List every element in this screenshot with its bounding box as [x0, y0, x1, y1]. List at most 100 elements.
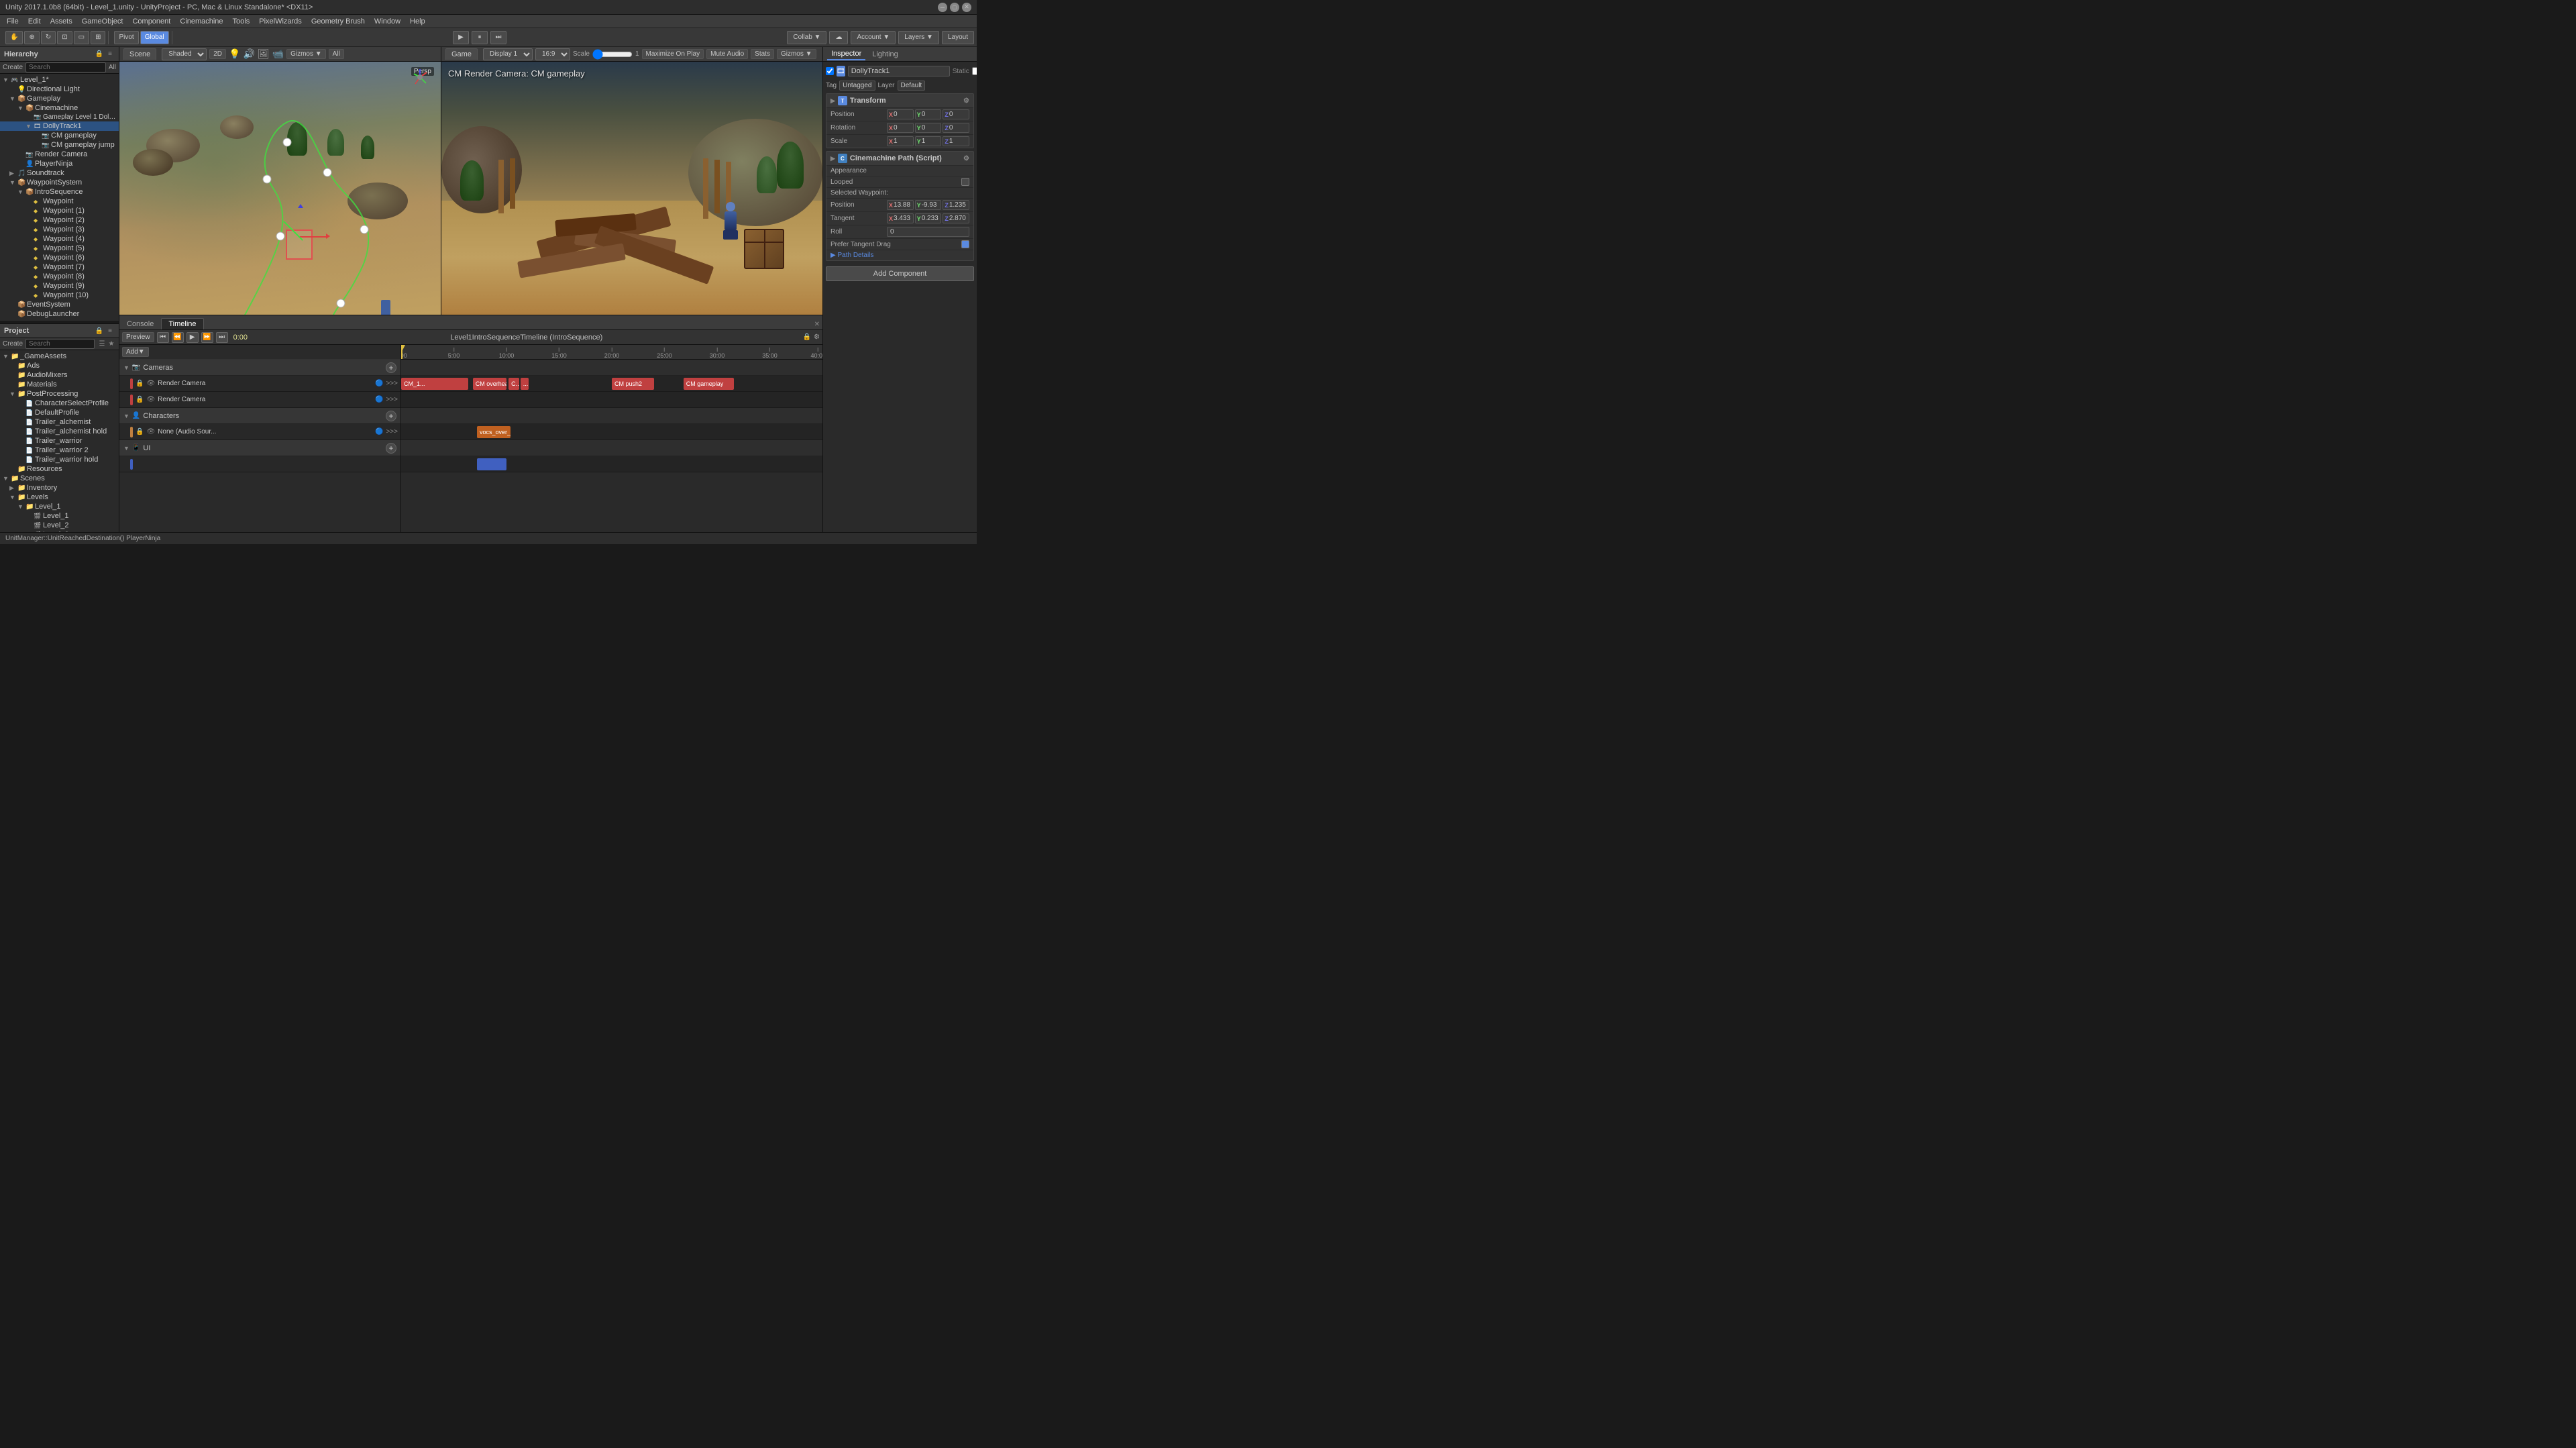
hierarchy-item-gameplay[interactable]: ▼ 📦 Gameplay [0, 94, 119, 103]
clip-cm-push2[interactable]: CM push2 [612, 378, 654, 390]
scale-y-field[interactable]: Y 1 [915, 136, 942, 146]
inspector-object-name[interactable] [848, 66, 950, 76]
track-lane-camera-1[interactable]: CM_1... CM overhead C... ... CM push2 CM… [401, 376, 822, 392]
menu-tools[interactable]: Tools [229, 17, 254, 26]
cloud-button[interactable]: ☁ [829, 31, 848, 44]
game-stats-btn[interactable]: Stats [751, 49, 774, 59]
game-gizmos-btn[interactable]: Gizmos ▼ [777, 49, 816, 59]
project-item-levels[interactable]: ▼ 📁 Levels [0, 493, 119, 502]
hierarchy-search[interactable] [25, 62, 106, 72]
pause-button[interactable]: ⏸ [472, 31, 488, 44]
step-button[interactable]: ⏭ [490, 31, 506, 44]
minimize-button[interactable]: ─ [938, 3, 947, 12]
clip-cm-overhead[interactable]: CM overhead [473, 378, 506, 390]
hierarchy-item-playerninja[interactable]: 👤 PlayerNinja [0, 159, 119, 168]
track-lane-camera-2[interactable] [401, 392, 822, 408]
path-details-row[interactable]: ▶ Path Details [826, 250, 973, 260]
hierarchy-item-debuglauncher[interactable]: 📦 DebugLauncher [0, 309, 119, 319]
prefer-tangent-checkbox[interactable] [961, 240, 969, 248]
project-lock[interactable]: 🔒 [95, 326, 104, 335]
hierarchy-item-waypoint-1[interactable]: ◆ Waypoint (1) [0, 206, 119, 215]
project-item-level1-folder[interactable]: ▼ 📁 Level_1 [0, 502, 119, 511]
scale-z-field[interactable]: Z 1 [943, 136, 969, 146]
timeline-camera-track-1[interactable]: 🔒 👁 Render Camera 🔵 >>> [119, 376, 400, 392]
game-mute-btn[interactable]: Mute Audio [706, 49, 748, 59]
hierarchy-item-waypoint-8[interactable]: ◆ Waypoint (8) [0, 272, 119, 281]
wp-tan-y[interactable]: Y 0.233 [915, 213, 942, 223]
hand-tool[interactable]: ✋ [5, 31, 23, 44]
hierarchy-item-waypoint-4[interactable]: ◆ Waypoint (4) [0, 234, 119, 244]
scene-all-btn[interactable]: All [329, 49, 344, 59]
project-item-default[interactable]: 📄 DefaultProfile [0, 408, 119, 417]
hierarchy-item-waypoint-system[interactable]: ▼ 📦 WaypointSystem [0, 178, 119, 187]
rotate-tool[interactable]: ↻ [41, 31, 56, 44]
project-item-postprocessing[interactable]: ▼ 📁 PostProcessing [0, 389, 119, 399]
hierarchy-item-cinemachine[interactable]: ▼ 📦 Cinemachine [0, 103, 119, 113]
hierarchy-item-gameplay-dolly[interactable]: 📷 Gameplay Level 1 Dolly RO [0, 113, 119, 121]
project-create-btn[interactable]: Create [3, 340, 23, 348]
hierarchy-item-dollytrack1[interactable]: ▼ 🎞 DollyTrack1 [0, 121, 119, 131]
timeline-scrubber[interactable] [401, 345, 402, 359]
game-display-select[interactable]: Display 1 [483, 48, 533, 60]
hierarchy-create-btn[interactable]: Create [3, 64, 23, 71]
rotation-z-field[interactable]: Z 0 [943, 123, 969, 133]
track-lane-ui[interactable] [401, 456, 822, 472]
timeline-prev-btn[interactable]: ⏪ [172, 332, 184, 343]
console-tab[interactable]: Console [119, 318, 161, 329]
clip-cm-gameplay[interactable]: CM gameplay [684, 378, 734, 390]
project-item-materials[interactable]: 📁 Materials [0, 380, 119, 389]
transform-menu[interactable]: ⚙ [963, 97, 969, 105]
game-aspect-select[interactable]: 16:9 [535, 48, 570, 60]
rotation-y-field[interactable]: Y 0 [915, 123, 942, 133]
menu-pixelwizards[interactable]: PixelWizards [255, 17, 306, 26]
project-item-level1-scene1[interactable]: 🎬 Level_1 [0, 511, 119, 521]
hierarchy-item-soundtrack[interactable]: ▶ 🎵 Soundtrack [0, 168, 119, 178]
timeline-end-btn[interactable]: ⏭ [216, 332, 228, 343]
wp-pos-x[interactable]: X 13.88 [887, 200, 914, 210]
close-button[interactable]: ✕ [962, 3, 971, 12]
scene-gizmos-btn[interactable]: Gizmos ▼ [286, 49, 326, 59]
inspector-tag-value[interactable]: Untagged [839, 81, 875, 91]
hierarchy-item-eventsystem[interactable]: 📦 EventSystem [0, 300, 119, 309]
wp-pos-y[interactable]: Y -9.93 [915, 200, 942, 210]
characters-add-btn[interactable]: + [386, 411, 396, 421]
hierarchy-item-cm-gameplay[interactable]: 📷 CM gameplay [0, 131, 119, 140]
hierarchy-item-waypoint-6[interactable]: ◆ Waypoint (6) [0, 253, 119, 262]
scale-tool[interactable]: ⊡ [57, 31, 72, 44]
looped-checkbox[interactable] [961, 178, 969, 186]
rect-tool[interactable]: ▭ [74, 31, 89, 44]
inspector-active-checkbox[interactable] [826, 67, 834, 75]
transform-tool[interactable]: ⊞ [91, 31, 105, 44]
inspector-tab[interactable]: Inspector [827, 48, 865, 60]
hierarchy-lock[interactable]: 🔒 [95, 50, 104, 59]
play-button[interactable]: ▶ [453, 31, 469, 44]
timeline-next-btn[interactable]: ⏩ [201, 332, 213, 343]
timeline-camera-track-2[interactable]: 🔒 👁 Render Camera 🔵 >>> [119, 392, 400, 408]
project-item-level1-scene2[interactable]: 🎬 Level_2 [0, 521, 119, 530]
project-menu[interactable]: ≡ [105, 326, 115, 335]
project-item-trailer-warrior[interactable]: 📄 Trailer_warrior [0, 436, 119, 446]
timeline-characters-group[interactable]: ▼ 👤 Characters + [119, 408, 400, 424]
timeline-audio-track[interactable]: 🔒 👁 None (Audio Sour... 🔵 >>> [119, 424, 400, 440]
wp-pos-z[interactable]: Z 1.235 [943, 200, 969, 210]
rotation-x-field[interactable]: X 0 [887, 123, 914, 133]
add-component-button[interactable]: Add Component [826, 266, 974, 281]
wp-tan-x[interactable]: X 3.433 [887, 213, 914, 223]
timeline-ui-track[interactable] [119, 456, 400, 472]
clip-ui[interactable] [477, 458, 506, 470]
clip-c[interactable]: C... [508, 378, 519, 390]
scene-canvas[interactable]: 📷 Persp [119, 62, 441, 315]
track-lane-audio[interactable]: vocs_over_... [401, 424, 822, 440]
menu-file[interactable]: File [3, 17, 23, 26]
project-item-trailer-alchemist[interactable]: 📄 Trailer_alchemist [0, 417, 119, 427]
project-item-scenes[interactable]: ▼ 📁 Scenes [0, 474, 119, 483]
hierarchy-item-directional-light[interactable]: 💡 Directional Light [0, 85, 119, 94]
move-tool[interactable]: ⊕ [24, 31, 39, 44]
game-tab[interactable]: Game [445, 48, 478, 60]
transform-header[interactable]: ▶ T Transform ⚙ [826, 94, 973, 107]
layout-button[interactable]: Layout [942, 31, 974, 44]
timeline-cameras-group[interactable]: ▼ 📷 Cameras + [119, 360, 400, 376]
lighting-tab[interactable]: Lighting [868, 49, 902, 60]
timeline-add-btn[interactable]: Add▼ [122, 347, 149, 357]
project-view-btn[interactable]: ☰ [97, 340, 107, 349]
